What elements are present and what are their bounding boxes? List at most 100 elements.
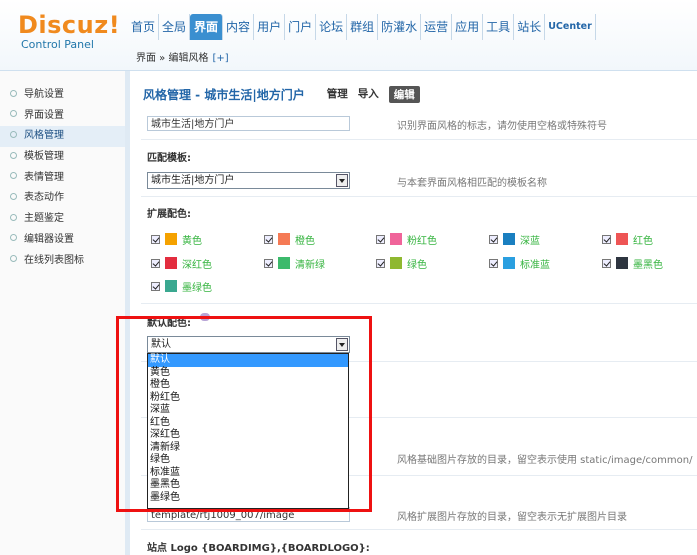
color-swatch — [390, 233, 402, 245]
nav-item[interactable]: 论坛 — [316, 14, 348, 40]
sidebar-item[interactable]: 主题鉴定 — [0, 209, 125, 230]
color-checkbox[interactable] — [264, 258, 273, 268]
color-option[interactable]: 深红色 — [151, 256, 212, 271]
nav-item[interactable]: 首页 — [128, 14, 160, 40]
sidebar-item[interactable]: 在线列表图标 — [0, 251, 125, 272]
dropdown-option[interactable]: 默认 — [148, 354, 348, 367]
color-option[interactable]: 深蓝 — [489, 232, 540, 247]
color-option[interactable]: 黄色 — [151, 232, 202, 247]
sidebar-item[interactable]: 导航设置 — [0, 85, 125, 106]
default-color-dropdown-list[interactable]: 默认 黄色 橙色 粉红色 深蓝 红色 深红色 清新绿 绿色 标准蓝 墨黑色 墨绿色 — [147, 353, 349, 509]
style-name-input[interactable]: 城市生活|地方门户 — [147, 116, 350, 131]
nav-item[interactable]: 用户 — [254, 14, 286, 40]
breadcrumb-add-button[interactable]: [+] — [212, 53, 228, 64]
sidebar-item[interactable]: 表情管理 — [0, 168, 125, 189]
bullet-icon — [10, 192, 17, 200]
sidebar-item-label: 表情管理 — [24, 171, 64, 183]
color-checkbox[interactable] — [151, 258, 160, 268]
color-checkbox[interactable] — [151, 234, 160, 244]
color-name: 粉红色 — [407, 235, 437, 247]
dropdown-option[interactable]: 绿色 — [148, 454, 348, 467]
dropdown-option[interactable]: 墨绿色 — [148, 492, 348, 505]
color-option[interactable]: 粉红色 — [376, 232, 437, 247]
divider — [141, 303, 697, 304]
nav-item[interactable]: 工具 — [483, 14, 515, 40]
dropdown-option[interactable]: 黄色 — [148, 367, 348, 380]
ext-image-dir-input[interactable]: template/rtj1009_007/image — [147, 507, 350, 522]
color-name: 深红色 — [182, 259, 212, 271]
color-option[interactable]: 绿色 — [376, 256, 427, 271]
sidebar-item[interactable]: 模板管理 — [0, 147, 125, 168]
color-checkbox[interactable] — [376, 258, 385, 268]
nav-item[interactable]: 界面 — [190, 14, 224, 40]
tab-item[interactable]: 导入 — [358, 86, 379, 103]
tab-item[interactable]: 编辑 — [388, 85, 420, 103]
color-checkbox[interactable] — [489, 258, 498, 268]
default-color-select[interactable]: 默认 — [147, 336, 350, 353]
dropdown-option[interactable]: 清新绿 — [148, 442, 348, 455]
color-name: 深蓝 — [520, 235, 540, 247]
dropdown-option[interactable]: 墨黑色 — [148, 479, 348, 492]
sidebar-item-label: 界面设置 — [24, 109, 64, 121]
nav-item[interactable]: 运营 — [421, 14, 453, 40]
sidebar-item-label: 风格管理 — [24, 130, 64, 142]
template-hint: 与本套界面风格相匹配的模板名称 — [397, 178, 547, 189]
nav-item[interactable]: 群组 — [347, 14, 379, 40]
sidebar-item[interactable]: 编辑器设置 — [0, 230, 125, 251]
dropdown-option[interactable]: 深红色 — [148, 429, 348, 442]
color-swatch — [390, 257, 402, 269]
color-swatch — [616, 233, 628, 245]
nav-item[interactable]: 门户 — [285, 14, 317, 40]
color-option[interactable]: 清新绿 — [264, 256, 325, 271]
logo-label: 站点 Logo {BOARDIMG},{BOARDLOGO}: — [147, 543, 370, 554]
style-name-hint: 识别界面风格的标志，请勿使用空格或特殊符号 — [397, 121, 607, 132]
color-option[interactable]: 红色 — [602, 232, 653, 247]
nav-item[interactable]: 应用 — [452, 14, 484, 40]
color-name: 绿色 — [407, 259, 427, 271]
header: Discuz! Control Panel 首页 全局 界面 内容 用户 门户 论坛 群组 防灌… — [0, 0, 697, 71]
dropdown-option[interactable]: 红色 — [148, 417, 348, 430]
chevron-down-icon[interactable] — [336, 174, 348, 187]
sidebar-item-label: 主题鉴定 — [24, 213, 64, 225]
color-option[interactable]: 标准蓝 — [489, 256, 550, 271]
template-select-value: 城市生活|地方门户 — [151, 175, 235, 186]
sidebar-item-label: 模板管理 — [24, 151, 64, 163]
tab-group: 管理 导入 编辑 — [327, 85, 430, 103]
color-name: 墨黑色 — [633, 259, 663, 271]
nav-item[interactable]: 防灌水 — [378, 14, 422, 40]
breadcrumb-text: 界面 » 编辑风格 — [136, 53, 209, 64]
sidebar-item[interactable]: 界面设置 — [0, 106, 125, 127]
color-checkbox[interactable] — [264, 234, 273, 244]
nav-item[interactable]: 内容 — [223, 14, 255, 40]
title-row: 风格管理 - 城市生活|地方门户 管理 导入 编辑 — [143, 85, 430, 103]
color-checkbox[interactable] — [602, 258, 611, 268]
dropdown-option[interactable]: 深蓝 — [148, 404, 348, 417]
nav-item[interactable]: UCenter — [545, 14, 596, 40]
color-checkbox[interactable] — [602, 234, 611, 244]
dropdown-option[interactable]: 橙色 — [148, 379, 348, 392]
sidebar-item[interactable]: 表态动作 — [0, 188, 125, 209]
default-color-label: 默认配色: — [147, 318, 191, 329]
image-dir-hint: 风格基础图片存放的目录，留空表示使用 static/image/common/ … — [397, 455, 697, 466]
bullet-icon — [10, 172, 17, 180]
nav-item[interactable]: 站长 — [514, 14, 546, 40]
template-label: 匹配模板: — [147, 153, 191, 164]
color-option[interactable]: 墨黑色 — [602, 256, 663, 271]
color-checkbox[interactable] — [489, 234, 498, 244]
color-swatch — [616, 257, 628, 269]
chevron-down-icon[interactable] — [336, 338, 348, 351]
sidebar-item[interactable]: 风格管理 — [0, 126, 125, 148]
tab-item[interactable]: 管理 — [327, 86, 348, 103]
color-option[interactable]: 橙色 — [264, 232, 315, 247]
dropdown-option[interactable]: 粉红色 — [148, 392, 348, 405]
color-checkbox[interactable] — [376, 234, 385, 244]
color-name: 黄色 — [182, 235, 202, 247]
sidebar-menu: 导航设置界面设置风格管理模板管理表情管理表态动作主题鉴定编辑器设置 在线列表图标 — [0, 85, 125, 271]
dropdown-option[interactable]: 标准蓝 — [148, 467, 348, 480]
bullet-icon — [10, 213, 17, 221]
nav-item[interactable]: 全局 — [159, 14, 191, 40]
color-checkbox[interactable] — [151, 281, 160, 291]
color-option[interactable]: 墨绿色 — [151, 279, 212, 294]
template-select[interactable]: 城市生活|地方门户 — [147, 172, 350, 189]
logo[interactable]: Discuz! Control Panel — [18, 12, 123, 57]
